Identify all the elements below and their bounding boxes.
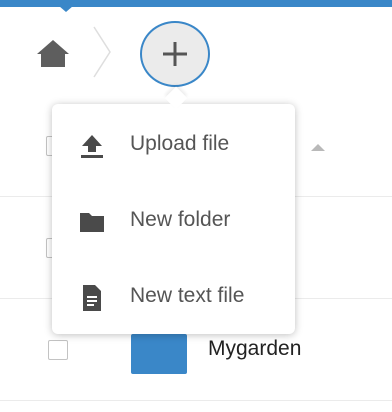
folder-icon: [131, 334, 187, 374]
folder-icon: [80, 213, 104, 232]
menu-item-new-text-file[interactable]: New text file: [52, 266, 295, 328]
home-icon: [37, 40, 69, 67]
row-divider: [0, 400, 392, 401]
menu-item-label: New text file: [130, 284, 245, 307]
header-pointer: [59, 6, 73, 12]
new-item-button[interactable]: [140, 21, 210, 87]
menu-item-upload-file[interactable]: Upload file: [52, 114, 295, 176]
plus-icon: [163, 42, 187, 66]
upload-icon: [81, 135, 103, 158]
sort-ascending-icon[interactable]: [311, 144, 325, 151]
chevron-right-icon: [93, 26, 111, 78]
text-file-icon: [83, 285, 101, 311]
breadcrumb-home[interactable]: [36, 38, 70, 68]
row-checkbox[interactable]: [48, 340, 68, 360]
menu-item-new-folder[interactable]: New folder: [52, 190, 295, 252]
menu-item-label: New folder: [130, 208, 231, 231]
new-item-menu: Upload file New folder New text file: [52, 104, 295, 334]
menu-item-label: Upload file: [130, 132, 230, 155]
file-name[interactable]: Mygarden: [208, 337, 301, 361]
